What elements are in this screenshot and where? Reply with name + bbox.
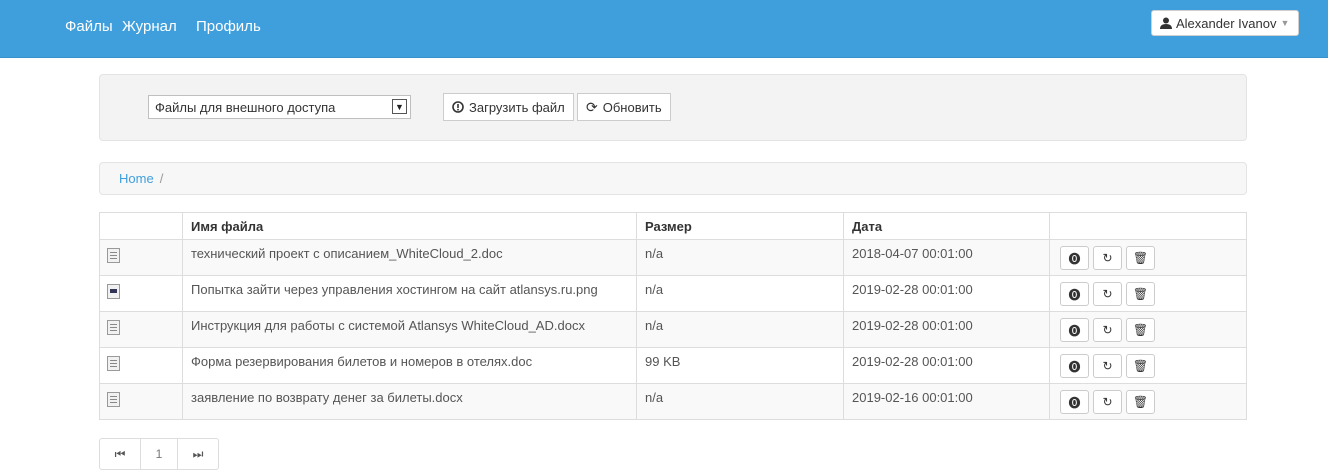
delete-button[interactable]: 🗑: [1126, 390, 1155, 414]
download-button[interactable]: ⓿: [1060, 246, 1089, 270]
file-type-cell: [99, 311, 183, 348]
last-page-icon: ⏭: [192, 446, 204, 461]
download-icon: ⓿: [1068, 359, 1081, 374]
table-row: Инструкция для работы с системой Atlansy…: [99, 311, 1247, 348]
download-button[interactable]: ⓿: [1060, 354, 1089, 378]
file-date: 2018-04-07 00:01:00: [843, 239, 1050, 276]
file-date: 2019-02-28 00:01:00: [843, 347, 1050, 384]
pagination: ⏮ 1 ⏭: [99, 438, 219, 470]
table-row: технический проект с описанием_WhiteClou…: [99, 239, 1247, 276]
file-name[interactable]: Форма резервирования билетов и номеров в…: [182, 347, 637, 384]
upload-icon: [452, 101, 464, 113]
file-size: n/a: [636, 311, 844, 348]
first-page-button[interactable]: ⏮: [100, 439, 141, 469]
col-header-icon: [99, 212, 183, 240]
last-page-button[interactable]: ⏭: [178, 439, 218, 469]
share-button[interactable]: ↻: [1093, 282, 1122, 306]
share-icon: ↻: [1102, 323, 1113, 337]
file-type-cell: [99, 383, 183, 420]
delete-button[interactable]: 🗑: [1126, 354, 1155, 378]
delete-button[interactable]: 🗑: [1126, 246, 1155, 270]
file-date: 2019-02-28 00:01:00: [843, 311, 1050, 348]
page-number-current[interactable]: 1: [141, 439, 178, 469]
share-button[interactable]: ↻: [1093, 390, 1122, 414]
table-row: заявление по возврату денег за билеты.do…: [99, 383, 1247, 420]
trash-icon: 🗑: [1132, 395, 1149, 409]
actions-cell: ⓿ ↻ 🗑: [1049, 347, 1247, 384]
share-icon: ↻: [1102, 287, 1113, 301]
share-button[interactable]: ↻: [1093, 246, 1122, 270]
file-name[interactable]: Инструкция для работы с системой Atlansy…: [182, 311, 637, 348]
nav-files[interactable]: Файлы: [65, 18, 113, 35]
chevron-down-icon[interactable]: ▼: [392, 99, 407, 114]
file-date: 2019-02-16 00:01:00: [843, 383, 1050, 420]
upload-file-button[interactable]: Загрузить файл: [443, 93, 574, 121]
file-type-cell: [99, 275, 183, 312]
nav-journal[interactable]: Журнал: [122, 18, 177, 35]
files-table: Имя файла Размер Дата технический проект…: [99, 212, 1247, 420]
file-name[interactable]: Попытка зайти через управления хостингом…: [182, 275, 637, 312]
file-name[interactable]: заявление по возврату денег за билеты.do…: [182, 383, 637, 420]
download-button[interactable]: ⓿: [1060, 282, 1089, 306]
share-icon: ↻: [1102, 395, 1113, 409]
file-date: 2019-02-28 00:01:00: [843, 275, 1050, 312]
breadcrumb-separator: /: [159, 171, 164, 186]
delete-button[interactable]: 🗑: [1126, 282, 1155, 306]
refresh-button[interactable]: ⟳ Обновить: [577, 93, 671, 121]
user-name: Alexander Ivanov: [1176, 15, 1277, 31]
document-icon: [107, 248, 120, 263]
download-icon: ⓿: [1068, 395, 1081, 410]
table-row: Форма резервирования билетов и номеров в…: [99, 347, 1247, 384]
file-size: n/a: [636, 239, 844, 276]
trash-icon: 🗑: [1132, 287, 1149, 301]
actions-cell: ⓿ ↻ 🗑: [1049, 239, 1247, 276]
top-navbar: Файлы Журнал Профиль Alexander Ivanov ▼: [0, 0, 1328, 58]
trash-icon: 🗑: [1132, 323, 1149, 337]
upload-file-label: Загрузить файл: [469, 99, 565, 115]
file-size: 99 KB: [636, 347, 844, 384]
download-button[interactable]: ⓿: [1060, 390, 1089, 414]
file-size: n/a: [636, 275, 844, 312]
share-button[interactable]: ↻: [1093, 354, 1122, 378]
image-file-icon: [107, 284, 120, 299]
file-type-cell: [99, 347, 183, 384]
trash-icon: 🗑: [1132, 359, 1149, 373]
chevron-down-icon: ▼: [1280, 18, 1290, 28]
document-icon: [107, 356, 120, 371]
folder-select[interactable]: Файлы для внешного доступа ▼: [148, 95, 411, 119]
breadcrumb: Home /: [99, 162, 1247, 195]
file-size: n/a: [636, 383, 844, 420]
folder-select-value: Файлы для внешного доступа: [155, 99, 336, 115]
file-type-cell: [99, 239, 183, 276]
actions-cell: ⓿ ↻ 🗑: [1049, 275, 1247, 312]
document-icon: [107, 320, 120, 335]
share-icon: ↻: [1102, 359, 1113, 373]
delete-button[interactable]: 🗑: [1126, 318, 1155, 342]
download-icon: ⓿: [1068, 323, 1081, 338]
trash-icon: 🗑: [1132, 251, 1149, 265]
share-icon: ↻: [1102, 251, 1113, 265]
user-menu-button[interactable]: Alexander Ivanov ▼: [1151, 10, 1299, 36]
col-header-size[interactable]: Размер: [636, 212, 844, 240]
col-header-name[interactable]: Имя файла: [182, 212, 637, 240]
table-row: Попытка зайти через управления хостингом…: [99, 275, 1247, 312]
col-header-date[interactable]: Дата: [843, 212, 1050, 240]
share-button[interactable]: ↻: [1093, 318, 1122, 342]
download-button[interactable]: ⓿: [1060, 318, 1089, 342]
file-name[interactable]: технический проект с описанием_WhiteClou…: [182, 239, 637, 276]
nav-profile[interactable]: Профиль: [196, 18, 261, 35]
refresh-label: Обновить: [602, 99, 662, 115]
download-icon: ⓿: [1068, 287, 1081, 302]
download-icon: ⓿: [1068, 251, 1081, 266]
actions-cell: ⓿ ↻ 🗑: [1049, 311, 1247, 348]
user-icon: [1160, 17, 1172, 29]
breadcrumb-home[interactable]: Home: [119, 171, 154, 186]
first-page-icon: ⏮: [114, 446, 126, 461]
col-header-actions: [1049, 212, 1247, 240]
refresh-icon: ⟳: [586, 98, 598, 115]
document-icon: [107, 392, 120, 407]
actions-cell: ⓿ ↻ 🗑: [1049, 383, 1247, 420]
table-header-row: Имя файла Размер Дата: [99, 212, 1247, 240]
